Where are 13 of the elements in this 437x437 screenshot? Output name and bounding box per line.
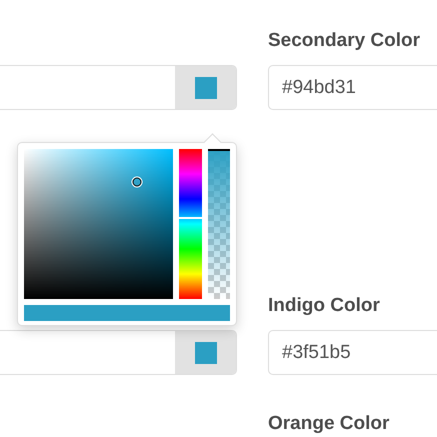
color-input[interactable] [0, 65, 237, 110]
color-swatch-button[interactable] [175, 66, 236, 109]
hex-input-field[interactable]: #94bd31 [268, 65, 437, 110]
alpha-handle[interactable] [208, 149, 230, 151]
hex-input-field[interactable]: #3f51b5 [268, 330, 437, 375]
saturation-area[interactable] [24, 149, 174, 299]
field-label: Indigo Color [268, 295, 381, 317]
alpha-slider[interactable] [208, 149, 230, 299]
field-label: Secondary Color [268, 30, 422, 52]
color-input[interactable] [0, 330, 237, 375]
picker-cursor[interactable] [132, 178, 142, 186]
field-label: Orange Color [268, 413, 390, 435]
color-swatch-button[interactable] [175, 331, 236, 374]
